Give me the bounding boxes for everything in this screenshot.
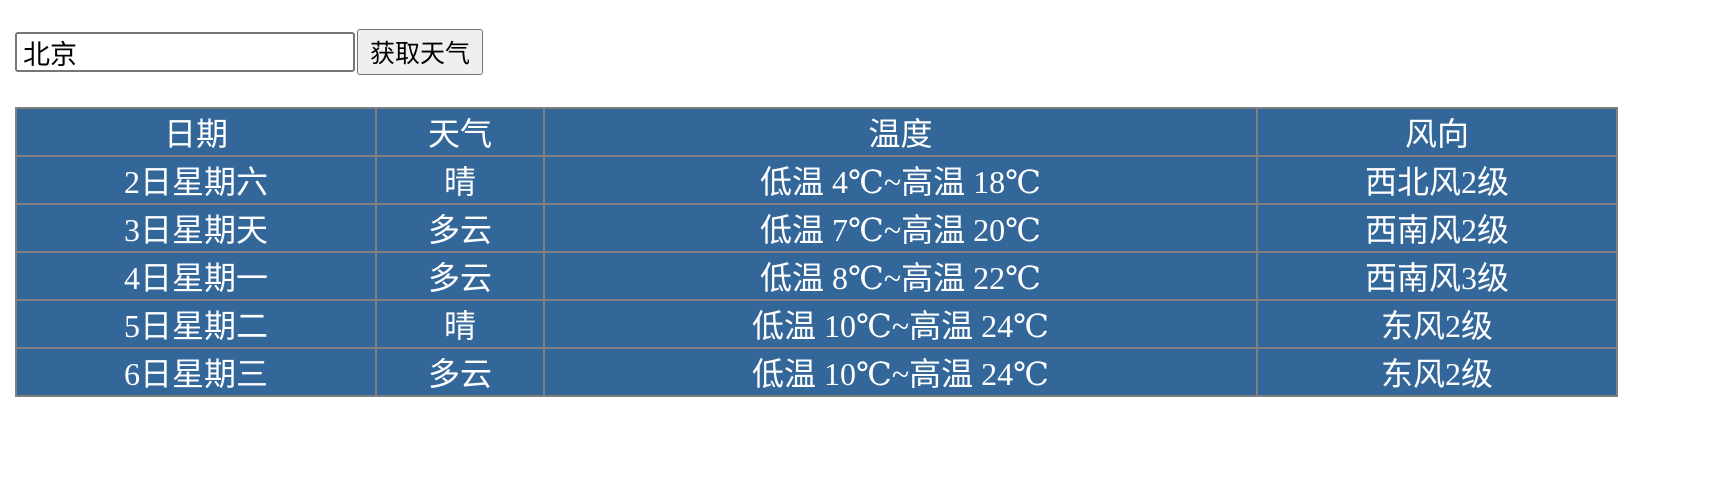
cell-weather: 晴	[375, 155, 545, 205]
cell-date: 2日星期六	[15, 155, 377, 205]
header-weather: 天气	[375, 107, 545, 157]
table-row: 3日星期天 多云 低温 7℃~高温 20℃ 西南风2级	[15, 203, 1618, 253]
cell-weather: 晴	[375, 299, 545, 349]
cell-date: 6日星期三	[15, 347, 377, 397]
get-weather-button[interactable]: 获取天气	[357, 29, 484, 75]
cell-weather: 多云	[375, 203, 545, 253]
cell-temperature: 低温 7℃~高温 20℃	[543, 203, 1258, 253]
table-row: 2日星期六 晴 低温 4℃~高温 18℃ 西北风2级	[15, 155, 1618, 205]
header-temperature: 温度	[543, 107, 1258, 157]
cell-wind: 西南风2级	[1256, 203, 1618, 253]
weather-table: 日期 天气 温度 风向 2日星期六 晴 低温 4℃~高温 18℃ 西北风2级 3…	[15, 107, 1618, 397]
cell-weather: 多云	[375, 251, 545, 301]
cell-temperature: 低温 10℃~高温 24℃	[543, 299, 1258, 349]
cell-wind: 东风2级	[1256, 299, 1618, 349]
cell-temperature: 低温 4℃~高温 18℃	[543, 155, 1258, 205]
cell-wind: 东风2级	[1256, 347, 1618, 397]
cell-date: 4日星期一	[15, 251, 377, 301]
table-row: 5日星期二 晴 低温 10℃~高温 24℃ 东风2级	[15, 299, 1618, 349]
city-input[interactable]	[15, 32, 355, 72]
cell-temperature: 低温 10℃~高温 24℃	[543, 347, 1258, 397]
header-date: 日期	[15, 107, 377, 157]
cell-wind: 西南风3级	[1256, 251, 1618, 301]
table-row: 4日星期一 多云 低温 8℃~高温 22℃ 西南风3级	[15, 251, 1618, 301]
cell-wind: 西北风2级	[1256, 155, 1618, 205]
cell-date: 3日星期天	[15, 203, 377, 253]
table-header-row: 日期 天气 温度 风向	[15, 107, 1618, 157]
cell-temperature: 低温 8℃~高温 22℃	[543, 251, 1258, 301]
search-bar: 获取天气	[15, 29, 484, 75]
table-row: 6日星期三 多云 低温 10℃~高温 24℃ 东风2级	[15, 347, 1618, 397]
cell-date: 5日星期二	[15, 299, 377, 349]
cell-weather: 多云	[375, 347, 545, 397]
header-wind: 风向	[1256, 107, 1618, 157]
